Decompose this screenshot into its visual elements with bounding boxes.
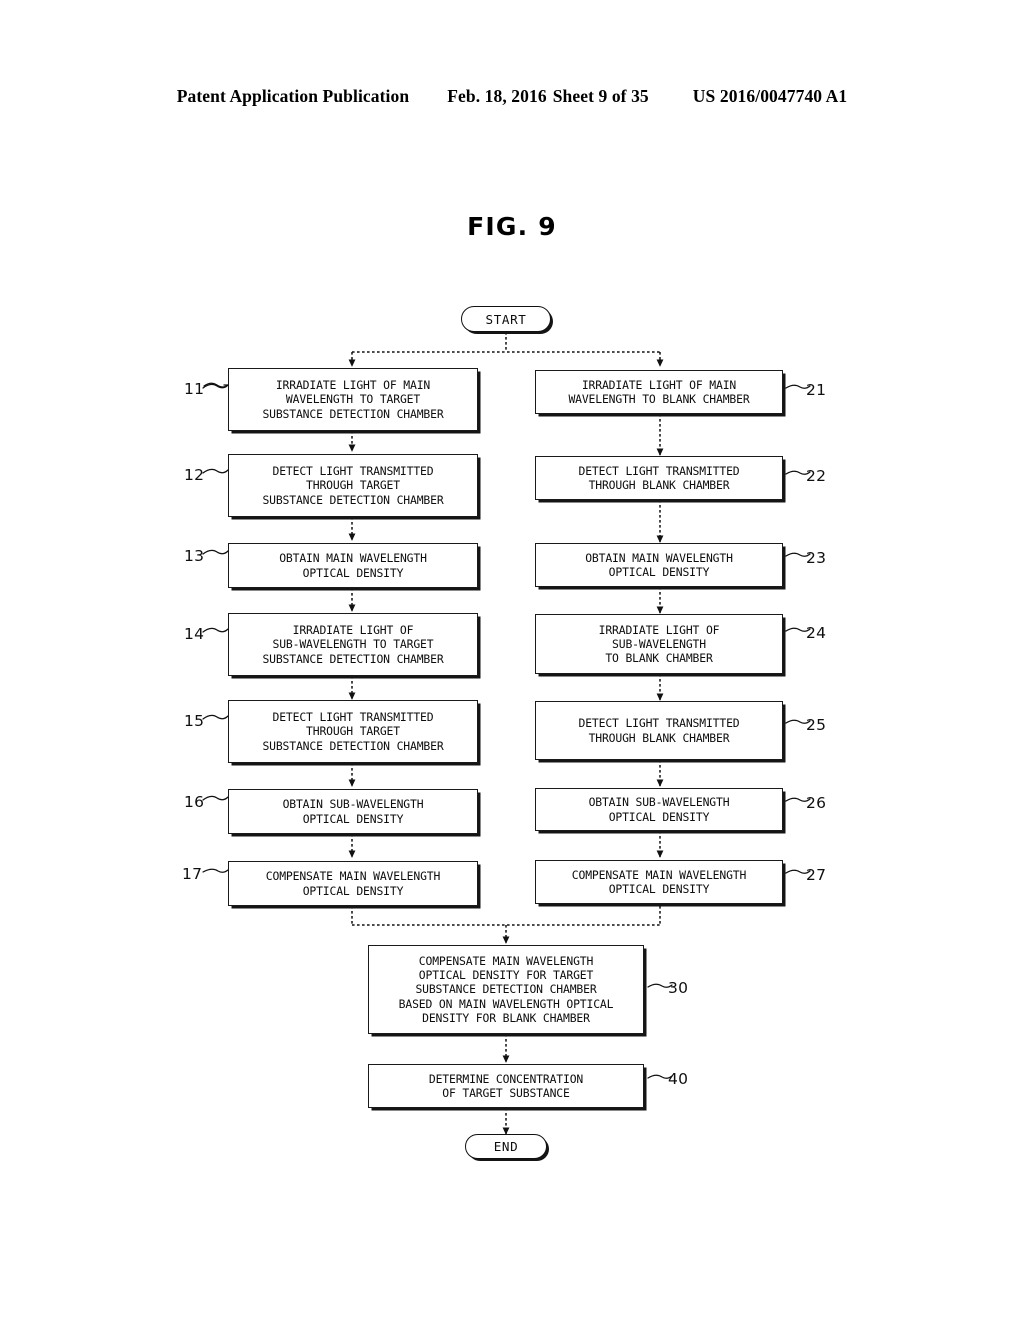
process-node-40-label: DETERMINE CONCENTRATION OF TARGET SUBSTA…: [428, 1071, 584, 1100]
reference-numeral-21-value: 21: [806, 381, 827, 399]
reference-numeral-13: 13: [184, 547, 204, 565]
process-node-21: IRRADIATE LIGHT OF MAIN WAVELENGTH TO BL…: [535, 370, 783, 414]
reference-numeral-21: 21: [806, 381, 826, 399]
process-node-21-label: IRRADIATE LIGHT OF MAIN WAVELENGTH TO BL…: [568, 377, 750, 406]
reference-numeral-25: 25: [806, 716, 826, 734]
reference-numeral-17: 17: [182, 865, 202, 883]
terminal-end: END: [465, 1134, 547, 1159]
process-node-25: DETECT LIGHT TRANSMITTED THROUGH BLANK C…: [535, 701, 783, 760]
reference-numeral-30: 30: [668, 979, 688, 997]
process-node-14-label: IRRADIATE LIGHT OF SUB-WAVELENGTH TO TAR…: [262, 623, 444, 666]
reference-numeral-17-value: 17: [182, 865, 203, 883]
process-node-30-label: COMPENSATE MAIN WAVELENGTH OPTICAL DENSI…: [398, 953, 614, 1025]
reference-numeral-22-value: 22: [806, 467, 827, 485]
reference-numeral-40: 40: [668, 1070, 688, 1088]
reference-numeral-27-value: 27: [806, 866, 827, 884]
process-node-22: DETECT LIGHT TRANSMITTED THROUGH BLANK C…: [535, 456, 783, 500]
reference-numeral-24-value: 24: [806, 624, 827, 642]
process-node-25-label: DETECT LIGHT TRANSMITTED THROUGH BLANK C…: [578, 716, 740, 745]
reference-numeral-24: 24: [806, 624, 826, 642]
process-node-14: IRRADIATE LIGHT OF SUB-WAVELENGTH TO TAR…: [228, 613, 478, 676]
reference-numeral-14: 14: [184, 625, 204, 643]
process-node-11-label: IRRADIATE LIGHT OF MAIN WAVELENGTH TO TA…: [262, 378, 444, 421]
process-node-13-label: OBTAIN MAIN WAVELENGTH OPTICAL DENSITY: [279, 551, 427, 580]
process-node-16: OBTAIN SUB-WAVELENGTH OPTICAL DENSITY: [228, 789, 478, 834]
reference-numeral-30-value: 30: [668, 979, 689, 997]
process-node-17-label: COMPENSATE MAIN WAVELENGTH OPTICAL DENSI…: [265, 869, 441, 898]
terminal-start: START: [461, 306, 551, 332]
reference-numeral-23: 23: [806, 549, 826, 567]
process-node-15: DETECT LIGHT TRANSMITTED THROUGH TARGET …: [228, 700, 478, 763]
flowchart-connectors: [348, 332, 664, 1135]
reference-numeral-23-value: 23: [806, 549, 827, 567]
process-node-12: DETECT LIGHT TRANSMITTED THROUGH TARGET …: [228, 454, 478, 517]
reference-numeral-14-value: 14: [184, 625, 205, 643]
reference-numeral-27: 27: [806, 866, 826, 884]
terminal-start-label: START: [485, 311, 527, 327]
reference-numeral-11: 11: [184, 380, 204, 398]
terminal-end-label: END: [493, 1139, 519, 1154]
process-node-24-label: IRRADIATE LIGHT OF SUB-WAVELENGTH TO BLA…: [598, 622, 720, 666]
reference-numeral-25-value: 25: [806, 716, 827, 734]
reference-numeral-15: 15: [184, 712, 204, 730]
reference-numeral-16: 16: [184, 793, 204, 811]
process-node-26: OBTAIN SUB-WAVELENGTH OPTICAL DENSITY: [535, 788, 783, 831]
process-node-17: COMPENSATE MAIN WAVELENGTH OPTICAL DENSI…: [228, 861, 478, 906]
reference-numeral-12-value: 12: [184, 466, 205, 484]
reference-numeral-16-value: 16: [184, 793, 205, 811]
process-node-15-label: DETECT LIGHT TRANSMITTED THROUGH TARGET …: [262, 710, 444, 753]
reference-numeral-22: 22: [806, 467, 826, 485]
process-node-26-label: OBTAIN SUB-WAVELENGTH OPTICAL DENSITY: [588, 795, 730, 824]
process-node-11: IRRADIATE LIGHT OF MAIN WAVELENGTH TO TA…: [228, 368, 478, 431]
reference-numeral-26-value: 26: [806, 794, 827, 812]
reference-numeral-15-value: 15: [184, 712, 205, 730]
process-node-27-label: COMPENSATE MAIN WAVELENGTH OPTICAL DENSI…: [571, 867, 747, 896]
process-node-16-label: OBTAIN SUB-WAVELENGTH OPTICAL DENSITY: [282, 797, 424, 826]
process-node-27: COMPENSATE MAIN WAVELENGTH OPTICAL DENSI…: [535, 860, 783, 904]
process-node-23: OBTAIN MAIN WAVELENGTH OPTICAL DENSITY: [535, 543, 783, 587]
process-node-40: DETERMINE CONCENTRATION OF TARGET SUBSTA…: [368, 1064, 644, 1108]
process-node-22-label: DETECT LIGHT TRANSMITTED THROUGH BLANK C…: [578, 463, 740, 492]
process-node-30: COMPENSATE MAIN WAVELENGTH OPTICAL DENSI…: [368, 945, 644, 1034]
reference-numeral-11-value: 11: [184, 380, 205, 398]
reference-numeral-26: 26: [806, 794, 826, 812]
process-node-12-label: DETECT LIGHT TRANSMITTED THROUGH TARGET …: [262, 464, 444, 507]
process-node-23-label: OBTAIN MAIN WAVELENGTH OPTICAL DENSITY: [585, 550, 733, 579]
process-node-13: OBTAIN MAIN WAVELENGTH OPTICAL DENSITY: [228, 543, 478, 588]
reference-numeral-13-value: 13: [184, 547, 205, 565]
reference-numeral-40-value: 40: [668, 1070, 689, 1088]
process-node-24: IRRADIATE LIGHT OF SUB-WAVELENGTH TO BLA…: [535, 614, 783, 674]
reference-numeral-12: 12: [184, 466, 204, 484]
